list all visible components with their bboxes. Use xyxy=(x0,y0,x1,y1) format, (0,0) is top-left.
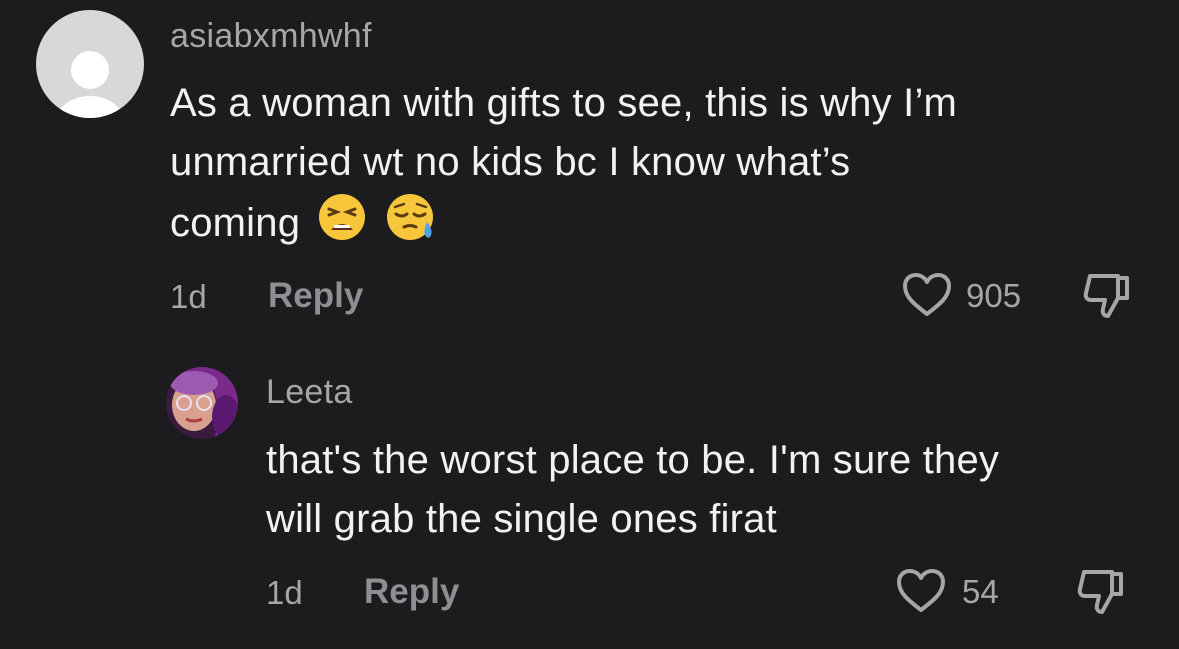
like-count: 54 xyxy=(962,573,999,610)
comment-text-line-with-emoji: coming xyxy=(170,192,1150,259)
default-avatar-icon xyxy=(56,51,124,118)
reply-text: that's the worst place to be. I'm sure t… xyxy=(266,431,1156,549)
reply-commenter-username[interactable]: Leeta xyxy=(266,373,353,412)
commenter-username[interactable]: asiabxmhwhf xyxy=(170,17,372,56)
comment-text-line: unmarried wt no kids bc I know what’s xyxy=(170,140,851,184)
profile-photo-icon xyxy=(166,367,238,439)
reply-commenter-avatar[interactable] xyxy=(166,367,238,439)
reply-timestamp: 1d xyxy=(266,574,303,611)
heart-outline-icon[interactable] xyxy=(896,568,946,619)
reply-button[interactable]: Reply xyxy=(268,276,363,316)
comment-text-line: As a woman with gifts to see, this is wh… xyxy=(170,81,958,125)
tired-face-emoji xyxy=(317,192,367,259)
reply-button[interactable]: Reply xyxy=(364,572,459,612)
comment-timestamp: 1d xyxy=(170,278,207,315)
sleepy-face-emoji xyxy=(385,192,437,259)
like-count: 905 xyxy=(966,277,1022,314)
reply-text-line: will grab the single ones firat xyxy=(266,497,777,541)
thumbs-down-outline-icon[interactable] xyxy=(1082,272,1132,325)
commenter-avatar[interactable] xyxy=(36,10,144,118)
thumbs-down-outline-icon[interactable] xyxy=(1076,568,1126,621)
heart-outline-icon[interactable] xyxy=(902,272,952,323)
reply-text-line: that's the worst place to be. I'm sure t… xyxy=(266,438,1000,482)
comment-text: As a woman with gifts to see, this is wh… xyxy=(170,74,1150,259)
